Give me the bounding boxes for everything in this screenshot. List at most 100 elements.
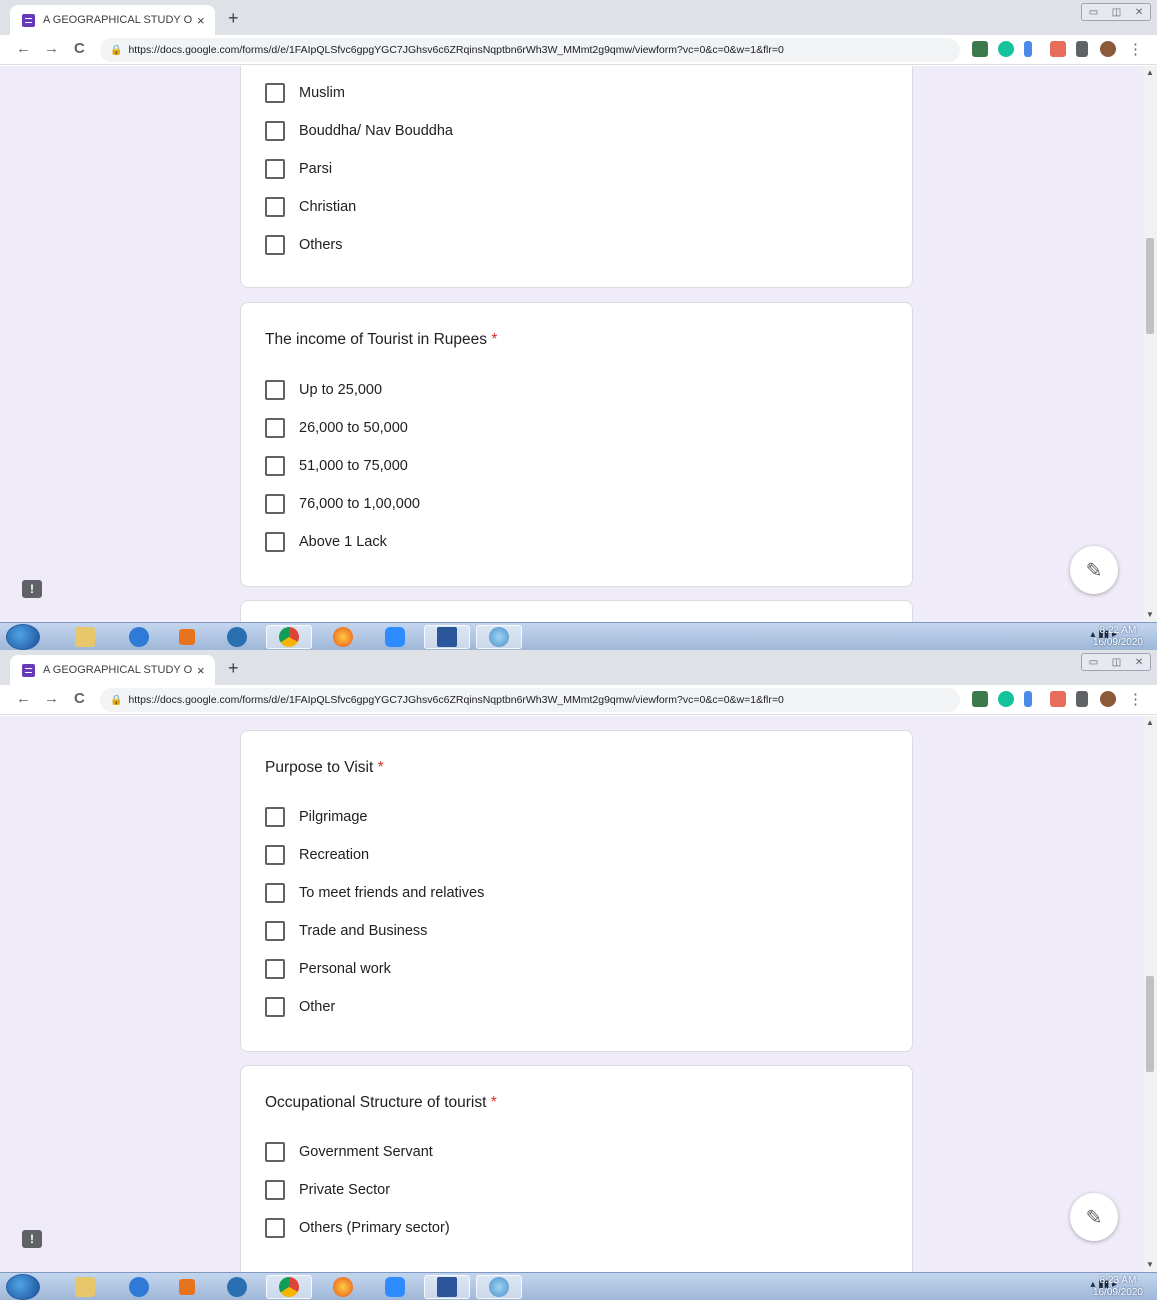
search-app-icon[interactable] [214,625,260,649]
scroll-up-icon[interactable]: ▲ [1146,718,1154,727]
start-orb-icon[interactable] [6,624,40,650]
url-text[interactable]: https://docs.google.com/forms/d/e/1FAIpQ… [128,44,783,56]
checkbox[interactable] [265,921,285,941]
checkbox[interactable] [265,1180,285,1200]
profile-avatar[interactable] [1100,41,1116,57]
forward-button[interactable]: → [44,40,59,57]
feedback-icon[interactable]: ! [22,580,42,598]
zoom-icon[interactable] [372,1275,418,1299]
option-purpose[interactable]: Personal work [265,957,391,981]
reload-button[interactable]: C [74,690,85,707]
extension-badge-icon[interactable] [1050,41,1066,57]
checkbox[interactable] [265,235,285,255]
close-window-button[interactable]: ✕ [1135,7,1143,18]
close-tab-icon[interactable]: × [197,13,205,28]
media-player-icon[interactable] [164,1275,210,1299]
checkbox[interactable] [265,532,285,552]
maximize-button[interactable]: ◫ [1112,657,1121,668]
firefox-icon[interactable] [320,625,366,649]
option-purpose[interactable]: Recreation [265,843,369,867]
option-income[interactable]: 51,000 to 75,000 [265,454,408,478]
extension-icon[interactable] [972,691,988,707]
option-religion[interactable]: Muslim [265,81,345,105]
edit-pencil-icon[interactable]: ✎ [1070,1193,1118,1241]
word-icon[interactable] [424,625,470,649]
checkbox[interactable] [265,883,285,903]
option-occupation[interactable]: Others (Primary sector) [265,1216,450,1240]
checkbox[interactable] [265,1218,285,1238]
scrollbar[interactable]: ▲ ▼ [1143,716,1157,1272]
internet-explorer-icon[interactable] [116,625,162,649]
close-tab-icon[interactable]: × [197,663,205,678]
scroll-down-icon[interactable]: ▼ [1146,610,1154,619]
explorer-icon[interactable] [62,625,108,649]
firefox-icon[interactable] [320,1275,366,1299]
omnibox[interactable]: 🔒 https://docs.google.com/forms/d/e/1FAI… [100,38,960,62]
chrome-menu-icon[interactable]: ⋮ [1128,40,1143,58]
puzzle-icon[interactable] [1076,691,1088,707]
grammarly-icon[interactable] [998,691,1014,707]
scrollbar[interactable]: ▲ ▼ [1143,66,1157,622]
checkbox[interactable] [265,845,285,865]
option-income[interactable]: 26,000 to 50,000 [265,416,408,440]
checkbox[interactable] [265,997,285,1017]
option-religion[interactable]: Christian [265,195,356,219]
extension-badge-icon[interactable] [1050,691,1066,707]
checkbox[interactable] [265,83,285,103]
checkbox[interactable] [265,959,285,979]
option-purpose[interactable]: Pilgrimage [265,805,368,829]
option-purpose[interactable]: Other [265,995,335,1019]
option-income[interactable]: 76,000 to 1,00,000 [265,492,420,516]
paint-icon[interactable] [476,1275,522,1299]
chrome-icon[interactable] [266,625,312,649]
edit-pencil-icon[interactable]: ✎ [1070,546,1118,594]
checkbox[interactable] [265,197,285,217]
word-icon[interactable] [424,1275,470,1299]
taskbar-clock[interactable]: 8:23 AM 16/09/2020 [1093,1275,1143,1299]
back-button[interactable]: ← [16,40,31,57]
puzzle-icon[interactable] [1076,41,1088,57]
explorer-icon[interactable] [62,1275,108,1299]
pen-extension-icon[interactable] [1024,41,1032,57]
option-religion[interactable]: Parsi [265,157,332,181]
chrome-menu-icon[interactable]: ⋮ [1128,690,1143,708]
option-occupation[interactable]: Government Servant [265,1140,433,1164]
checkbox[interactable] [265,418,285,438]
browser-tab[interactable]: A GEOGRAPHICAL STUDY OF TO × [10,5,215,35]
feedback-icon[interactable]: ! [22,1230,42,1248]
new-tab-button[interactable]: + [228,8,239,29]
scrollbar-thumb[interactable] [1146,976,1154,1072]
checkbox[interactable] [265,380,285,400]
url-text[interactable]: https://docs.google.com/forms/d/e/1FAIpQ… [128,694,783,706]
pen-extension-icon[interactable] [1024,691,1032,707]
scroll-down-icon[interactable]: ▼ [1146,1260,1154,1269]
new-tab-button[interactable]: + [228,658,239,679]
start-orb-icon[interactable] [6,1274,40,1300]
option-religion[interactable]: Others [265,233,343,257]
option-occupation[interactable]: Private Sector [265,1178,390,1202]
media-player-icon[interactable] [164,625,210,649]
option-income[interactable]: Above 1 Lack [265,530,387,554]
extension-icon[interactable] [972,41,988,57]
checkbox[interactable] [265,807,285,827]
zoom-icon[interactable] [372,625,418,649]
option-purpose[interactable]: Trade and Business [265,919,427,943]
forward-button[interactable]: → [44,690,59,707]
checkbox[interactable] [265,1142,285,1162]
scroll-up-icon[interactable]: ▲ [1146,68,1154,77]
option-religion[interactable]: Bouddha/ Nav Bouddha [265,119,453,143]
taskbar-clock[interactable]: 8:22 AM 16/09/2020 [1093,625,1143,649]
option-purpose[interactable]: To meet friends and relatives [265,881,484,905]
checkbox[interactable] [265,121,285,141]
browser-tab[interactable]: A GEOGRAPHICAL STUDY OF TO × [10,655,215,685]
checkbox[interactable] [265,456,285,476]
option-income[interactable]: Up to 25,000 [265,378,382,402]
search-app-icon[interactable] [214,1275,260,1299]
scrollbar-thumb[interactable] [1146,238,1154,334]
reload-button[interactable]: C [74,40,85,57]
close-window-button[interactable]: ✕ [1135,657,1143,668]
maximize-button[interactable]: ◫ [1112,7,1121,18]
chrome-icon[interactable] [266,1275,312,1299]
back-button[interactable]: ← [16,690,31,707]
checkbox[interactable] [265,494,285,514]
